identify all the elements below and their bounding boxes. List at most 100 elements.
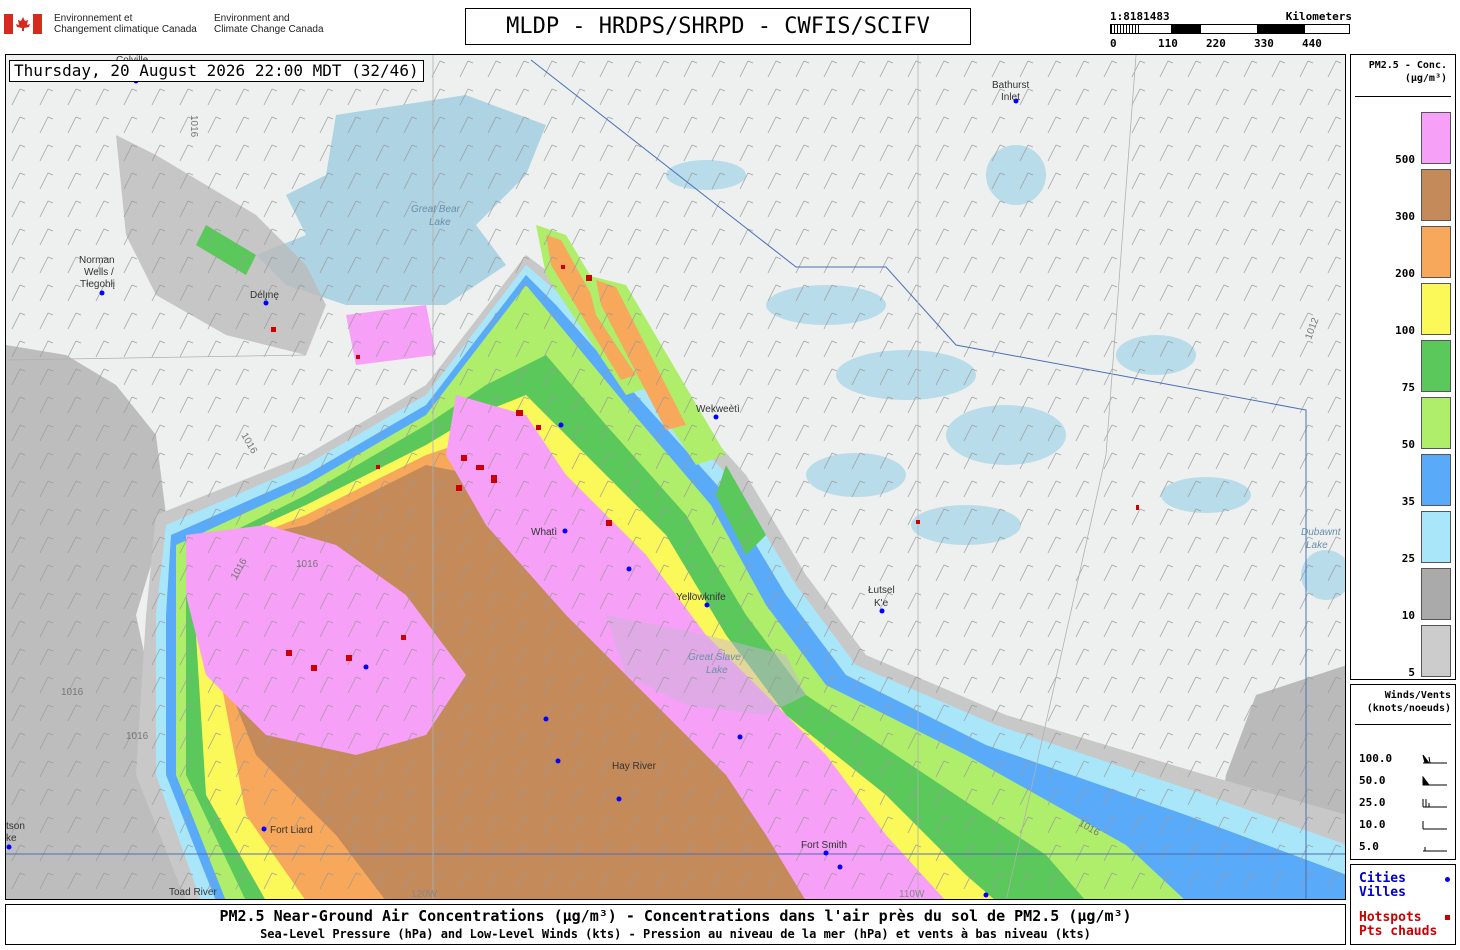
city-label: Toad River — [169, 887, 217, 898]
map-view[interactable]: 1016 1016 1016 1016 1016 1016 1016 1012 … — [5, 54, 1346, 900]
wind-barbs-layer — [6, 55, 1345, 899]
isobar-label: 1016 — [188, 115, 199, 138]
legend-level-label: 300 — [1395, 210, 1415, 223]
legend-swatch — [1421, 454, 1451, 506]
legend-swatch — [1421, 397, 1451, 449]
legend-divider — [1355, 724, 1451, 725]
scale-tick-1: 110 — [1158, 37, 1178, 50]
scale-tick-4: 440 — [1302, 37, 1322, 50]
city-label: Wells / — [84, 267, 114, 278]
legend-swatch — [1421, 625, 1451, 677]
hotspot-marker — [356, 355, 360, 359]
map-canvas[interactable]: 1016 1016 1016 1016 1016 1016 1016 1012 … — [6, 55, 1346, 900]
legend-divider — [1355, 96, 1451, 97]
legend-level-label: 35 — [1401, 495, 1415, 508]
hotspot-marker — [311, 665, 317, 671]
wind-value: 5.0 — [1359, 840, 1379, 853]
legend-swatch — [1421, 226, 1451, 278]
caption-line-2: Sea-Level Pressure (hPa) and Low-Level W… — [260, 927, 1091, 941]
legend-level-label: 500 — [1395, 153, 1415, 166]
hotspot-marker — [456, 485, 462, 491]
city-marker — [263, 300, 269, 306]
legend-level-label: 75 — [1401, 381, 1415, 394]
isobar-label: 1016 — [296, 559, 319, 570]
wind-value: 50.0 — [1359, 774, 1386, 787]
hotspot-marker — [376, 465, 380, 469]
concentration-legend: PM2.5 - Conc. (µg/m³) 500 300 200 100 75 50 35… — [1350, 54, 1456, 680]
hotspot-marker — [461, 455, 467, 461]
hotspot-marker — [561, 265, 565, 269]
city-marker — [261, 826, 267, 832]
lake-label: Lake — [706, 665, 728, 676]
city-marker-icon — [1445, 877, 1450, 882]
legend-cities-label: Cities — [1359, 871, 1406, 886]
city-marker — [555, 758, 561, 764]
city-label: Bathurst — [992, 80, 1029, 91]
legend-wind-title: Winds/Vents (knots/noeuds) — [1366, 690, 1451, 714]
canada-flag-icon — [4, 14, 42, 34]
legend-hotspots-label: Hotspots — [1359, 910, 1422, 925]
city-label: Norman — [79, 255, 115, 266]
meridian-label: 110W — [899, 889, 925, 900]
hotspot-marker — [1136, 505, 1139, 510]
page-title: MLDP - HRDPS/SHRPD - CWFIS/SCIFV — [465, 8, 971, 45]
points-legend: Cities Villes Hotspots Pts chauds — [1350, 864, 1456, 945]
lake-label: Dubawnt — [1301, 527, 1342, 538]
legend-level-label: 50 — [1401, 438, 1415, 451]
wind-value: 10.0 — [1359, 818, 1386, 831]
hotspot-marker-icon — [1445, 915, 1450, 920]
city-label: Tłegohłį — [80, 279, 115, 290]
city-label: K'e — [874, 598, 889, 609]
city-marker — [713, 414, 719, 420]
wind-barb-icon — [1422, 754, 1447, 764]
isobar-label: 1016 — [126, 731, 149, 742]
government-logo: Environnement et Changement climatique C… — [4, 12, 334, 38]
lake-label: Lake — [1306, 540, 1328, 551]
city-label: Délı̨nę — [250, 290, 279, 301]
wind-value: 100.0 — [1359, 752, 1393, 765]
lake-label: Great Bear — [411, 204, 461, 215]
gov-name-fr: Environnement et Changement climatique C… — [54, 13, 197, 35]
city-label: Hay River — [612, 761, 657, 772]
city-label: Whatì — [531, 527, 557, 538]
hotspot-marker — [476, 465, 484, 470]
legend-level-label: 200 — [1395, 267, 1415, 280]
city-label: Łutsel — [868, 585, 895, 596]
hotspot-marker — [346, 655, 352, 661]
city-marker — [823, 850, 829, 856]
city-marker — [879, 608, 885, 614]
legend-level-label: 25 — [1401, 552, 1415, 565]
hotspot-marker — [491, 475, 497, 483]
legend-pts-chauds-label: Pts chauds — [1359, 924, 1438, 939]
city-label: tson — [6, 821, 25, 832]
city-label: ke — [6, 833, 17, 844]
city-marker — [737, 734, 743, 740]
legend-swatch — [1421, 511, 1451, 563]
legend-swatch — [1421, 169, 1451, 221]
city-label: Yellowknife — [676, 592, 726, 603]
scale-tick-3: 330 — [1254, 37, 1274, 50]
city-label: Wekweètì — [696, 404, 740, 415]
city-label: Inlet — [1001, 92, 1020, 103]
hotspot-marker — [286, 650, 292, 656]
wind-barb-icon — [1422, 821, 1447, 830]
wind-barb-icon — [1422, 776, 1447, 786]
city-label: Fort Liard — [270, 825, 313, 836]
scale-unit: Kilometers — [1285, 10, 1352, 23]
legend-swatch — [1421, 112, 1451, 164]
scale-tick-0: 0 — [1110, 37, 1117, 50]
meridian-label: 120W — [411, 889, 438, 900]
lake-label: Great Slave — [688, 652, 741, 663]
hotspot-marker — [606, 520, 612, 526]
city-label: Fort Smith — [801, 840, 847, 851]
city-marker — [983, 892, 989, 898]
hotspot-marker — [586, 275, 592, 281]
scale-tick-2: 220 — [1206, 37, 1226, 50]
scale-ratio: 1:8181483 — [1110, 10, 1170, 23]
hotspot-marker — [536, 425, 541, 430]
wind-barb-icon — [1423, 847, 1447, 852]
legend-swatch — [1421, 283, 1451, 335]
city-marker — [616, 796, 622, 802]
forecast-timestamp: Thursday, 20 August 2026 22:00 MDT (32/4… — [9, 60, 424, 82]
scale-bar: 1:8181483 Kilometers 0 110 220 330 440 — [1110, 10, 1352, 52]
